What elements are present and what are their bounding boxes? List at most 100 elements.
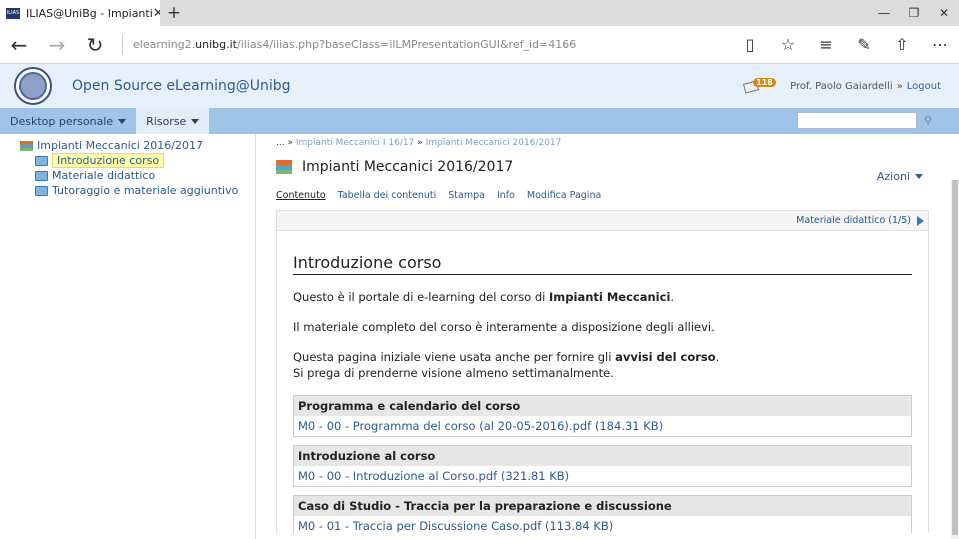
breadcrumb-sep: »	[417, 138, 423, 148]
menu-label: Desktop personale	[10, 114, 114, 128]
forward-icon[interactable]: →	[38, 33, 76, 57]
page-title: Impianti Meccanici 2016/2017	[302, 159, 514, 175]
chapter-icon	[35, 185, 48, 196]
caret-down-icon	[118, 118, 127, 124]
tree-item-introduzione[interactable]: Introduzione corso	[0, 153, 255, 168]
search-box: ⚲	[797, 112, 939, 129]
close-tab-icon[interactable]: ✕	[153, 6, 160, 21]
share-icon[interactable]: ⇧	[883, 35, 921, 54]
browser-tab[interactable]: ILIAS ILIAS@UniBg - Impianti ✕	[0, 0, 160, 26]
caret-down-icon	[915, 174, 923, 179]
menu-desktop-personale[interactable]: Desktop personale	[0, 108, 136, 134]
breadcrumb-ellipsis[interactable]: ...	[276, 138, 285, 148]
text: .	[670, 290, 675, 304]
file-box: Programma e calendario del corso M0 - 00…	[293, 395, 912, 437]
intro-paragraph: Questo è il portale di e-learning del co…	[293, 289, 912, 305]
text: Questa pagina iniziale viene usata anche…	[293, 350, 616, 364]
file-box-header: Introduzione al corso	[294, 446, 911, 466]
file-link[interactable]: M0 - 00 - Introduzione al Corso.pdf (321…	[294, 466, 911, 486]
favorite-star-icon[interactable]: ☆	[769, 35, 807, 54]
notifications-icon[interactable]: 118	[743, 78, 776, 94]
url-path: /ilias4/ilias.php?baseClass=ilLMPresenta…	[236, 37, 577, 51]
web-note-icon[interactable]: ✎	[845, 35, 883, 54]
tab-contenuto[interactable]: Contenuto	[276, 190, 326, 206]
caret-down-icon	[191, 118, 200, 124]
browser-tab-bar: ILIAS ILIAS@UniBg - Impianti ✕ + — ❐ ✕	[0, 0, 959, 26]
course-name: Impianti Meccanici	[549, 290, 671, 304]
new-tab-button[interactable]: +	[160, 0, 188, 26]
url-field[interactable]: elearning2.unibg.it/ilias4/ilias.php?bas…	[122, 34, 731, 55]
breadcrumb-item[interactable]: Impianti Meccanici I 16/17	[296, 138, 414, 148]
tab-title: ILIAS@UniBg - Impianti	[26, 6, 153, 20]
search-input[interactable]	[797, 112, 917, 129]
sub-tabs: Contenuto Tabella dei contenuti Stampa I…	[276, 190, 959, 206]
breadcrumb: ... » Impianti Meccanici I 16/17 » Impia…	[276, 138, 959, 152]
university-logo[interactable]	[14, 67, 52, 105]
menu-risorse[interactable]: Risorse	[136, 108, 210, 134]
sidebar-tree: Impianti Meccanici 2016/2017 Introduzion…	[0, 134, 256, 539]
address-bar-row: ← → ↻ elearning2.unibg.it/ilias4/ilias.p…	[0, 26, 959, 64]
chapter-icon	[35, 170, 48, 181]
site-title[interactable]: Open Source eLearning@Unibg	[72, 78, 291, 94]
refresh-icon[interactable]: ↻	[76, 33, 114, 57]
next-arrow-icon[interactable]	[917, 215, 924, 226]
learning-module-icon	[276, 160, 292, 174]
restore-icon[interactable]: ❐	[899, 0, 929, 26]
text: Si prega di prenderne visione almeno set…	[293, 366, 614, 380]
notification-count: 118	[753, 78, 776, 87]
page-scrollbar[interactable]	[951, 180, 959, 539]
search-icon[interactable]: ⚲	[917, 112, 939, 129]
notices-emphasis: avvisi del corso	[615, 350, 716, 364]
close-window-icon[interactable]: ✕	[929, 0, 959, 26]
actions-dropdown[interactable]: Azioni	[877, 170, 923, 183]
learning-module-icon	[20, 140, 33, 151]
file-link[interactable]: M0 - 01 - Traccia per Discussione Caso.p…	[294, 516, 911, 533]
tree-item-label: Materiale didattico	[52, 169, 156, 182]
file-box: Caso di Studio - Traccia per la preparaz…	[293, 495, 912, 533]
page-body: Introduzione corso Questo è il portale d…	[277, 231, 928, 533]
text: Questo è il portale di e-learning del co…	[293, 290, 550, 304]
url-domain: unibg.it	[195, 37, 237, 51]
site-header: Open Source eLearning@Unibg 118 Prof. Pa…	[0, 64, 959, 108]
page-heading: Introduzione corso	[293, 253, 912, 275]
tab-tabella-contenuti[interactable]: Tabella dei contenuti	[338, 190, 437, 206]
tree-item-materiale[interactable]: Materiale didattico	[0, 168, 255, 183]
scrollbar-thumb[interactable]	[952, 180, 958, 535]
main-content: ... » Impianti Meccanici I 16/17 » Impia…	[256, 134, 959, 539]
back-icon[interactable]: ←	[0, 33, 38, 57]
url-prefix: elearning2.	[133, 37, 196, 51]
page-navigation: Materiale didattico (1/5)	[277, 211, 928, 231]
file-box-header: Caso di Studio - Traccia per la preparaz…	[294, 496, 911, 516]
more-icon[interactable]: ⋯	[921, 35, 959, 54]
user-name: Prof. Paolo Gaiardelli	[790, 80, 893, 92]
tab-info[interactable]: Info	[497, 190, 515, 206]
next-page-link[interactable]: Materiale didattico (1/5)	[796, 215, 911, 226]
breadcrumb-item[interactable]: Impianti Meccanici 2016/2017	[426, 138, 562, 148]
tree-root-label: Impianti Meccanici 2016/2017	[37, 139, 203, 152]
chapter-icon	[35, 155, 48, 166]
file-link[interactable]: M0 - 00 - Programma del corso (al 20-05-…	[294, 416, 911, 436]
breadcrumb-sep: »	[287, 138, 293, 148]
tree-item-tutoraggio[interactable]: Tutoraggio e materiale aggiuntivo	[0, 183, 255, 198]
content-panel: Materiale didattico (1/5) Introduzione c…	[276, 210, 929, 533]
main-menu: Desktop personale Risorse ⚲	[0, 108, 959, 134]
tree-item-label: Tutoraggio e materiale aggiuntivo	[52, 184, 239, 197]
logout-link[interactable]: Logout	[907, 81, 941, 92]
tab-modifica-pagina[interactable]: Modifica Pagina	[527, 190, 601, 206]
notices-paragraph: Questa pagina iniziale viene usata anche…	[293, 349, 912, 381]
window-controls: — ❐ ✕	[869, 0, 959, 26]
file-box: Introduzione al corso M0 - 00 - Introduz…	[293, 445, 912, 487]
tree-root-item[interactable]: Impianti Meccanici 2016/2017	[0, 138, 255, 153]
tab-stampa[interactable]: Stampa	[448, 190, 485, 206]
user-separator: »	[896, 80, 903, 92]
minimize-icon[interactable]: —	[869, 0, 899, 26]
tree-item-label: Introduzione corso	[52, 153, 165, 168]
materials-paragraph: Il materiale completo del corso è intera…	[293, 320, 715, 334]
file-box-header: Programma e calendario del corso	[294, 396, 911, 416]
menu-label: Risorse	[146, 114, 187, 128]
actions-label: Azioni	[876, 170, 910, 183]
reading-view-icon[interactable]: ▯	[731, 35, 769, 54]
text: .	[715, 350, 720, 364]
hub-icon[interactable]: ≡	[807, 35, 845, 54]
ilias-favicon-icon: ILIAS	[6, 7, 20, 19]
